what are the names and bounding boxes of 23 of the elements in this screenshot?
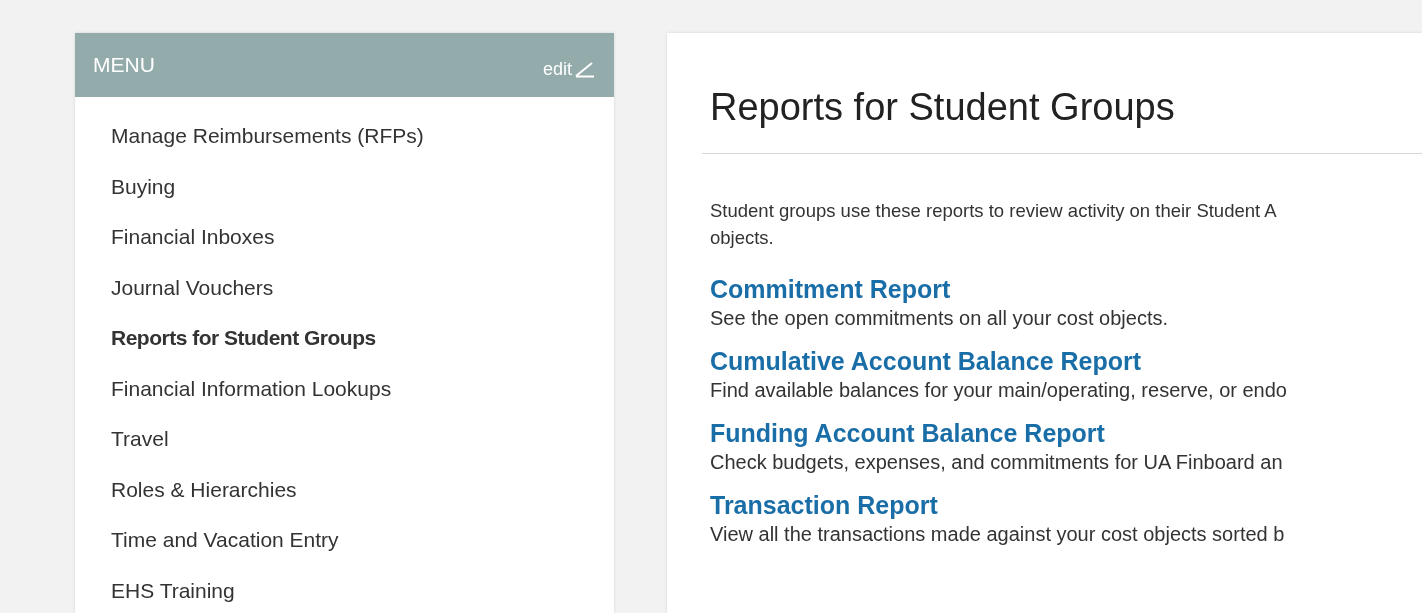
- page-title: Reports for Student Groups: [710, 85, 1176, 129]
- menu-title: MENU: [93, 53, 155, 77]
- menu-item[interactable]: Buying: [111, 174, 176, 198]
- menu-item[interactable]: EHS Training: [111, 578, 235, 602]
- pencil-icon: [574, 60, 596, 78]
- intro-text: Student groups use these reports to review activity on their Student A: [710, 199, 1278, 223]
- menu-item[interactable]: Travel: [111, 427, 169, 450]
- report-link[interactable]: Commitment Report: [710, 273, 951, 305]
- menu-item[interactable]: Reports for Student Groups: [111, 326, 376, 349]
- report-description: Find available balances for your main/operating, reserve, or endo: [710, 378, 1288, 403]
- menu-item[interactable]: Time and Vacation Entry: [111, 528, 339, 551]
- menu-item[interactable]: Financial Information Lookups: [111, 376, 392, 400]
- report-description: View all the transactions made against your cost objects sorted b: [710, 522, 1286, 547]
- report-link[interactable]: Transaction Report: [710, 489, 938, 521]
- menu-item[interactable]: Roles & Hierarchies: [111, 477, 297, 501]
- report-link[interactable]: Cumulative Account Balance Report: [710, 345, 1142, 377]
- report-description: See the open commitments on all your cost objects.: [710, 306, 1169, 331]
- report-link[interactable]: Funding Account Balance Report: [710, 417, 1105, 449]
- intro-text: objects.: [710, 226, 775, 250]
- menu-item[interactable]: Manage Reimbursements (RFPs): [111, 124, 424, 147]
- menu-item[interactable]: Journal Vouchers: [111, 275, 274, 299]
- report-description: Check budgets, expenses, and commitments for UA Finboard an: [710, 450, 1284, 475]
- menu-item[interactable]: Financial Inboxes: [111, 225, 275, 248]
